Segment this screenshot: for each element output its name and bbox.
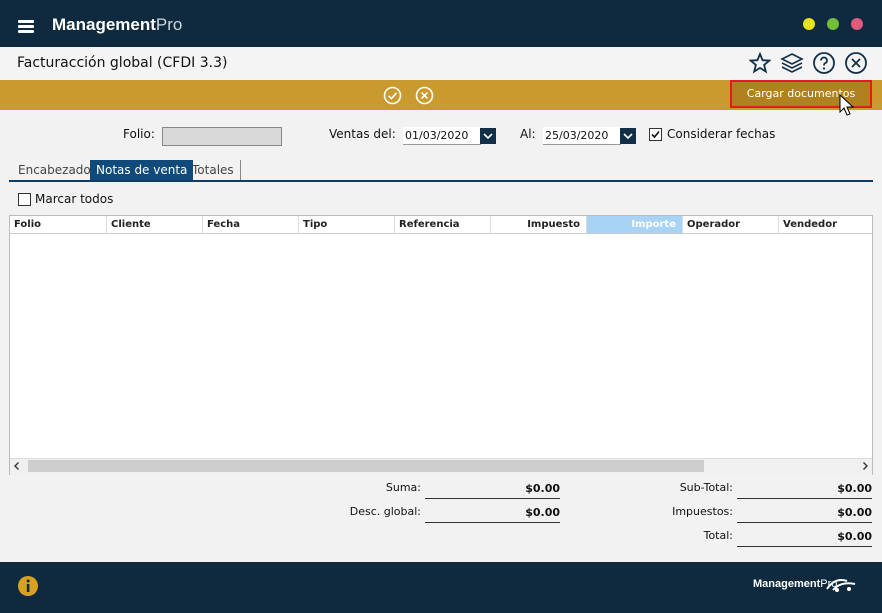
column-tipo[interactable]: Tipo bbox=[299, 216, 395, 233]
column-vendedor[interactable]: Vendedor bbox=[779, 216, 872, 233]
cancel-icon[interactable] bbox=[415, 86, 434, 105]
chevron-left-icon[interactable] bbox=[12, 461, 22, 471]
consider-dates-label: Considerar fechas bbox=[667, 127, 776, 141]
desc-global-label: Desc. global: bbox=[349, 505, 421, 518]
app-brand: ManagementPro bbox=[52, 15, 183, 34]
column-folio[interactable]: Folio bbox=[10, 216, 107, 233]
chevron-right-icon[interactable] bbox=[860, 461, 870, 471]
tab-encabezado[interactable]: Encabezado bbox=[12, 160, 97, 180]
footer-bar bbox=[0, 562, 882, 613]
tab-totales[interactable]: Totales bbox=[186, 160, 241, 180]
window-title: Facturacción global (CFDI 3.3) bbox=[17, 55, 228, 71]
subtotal-value: $0.00 bbox=[737, 482, 872, 499]
total-label: Total: bbox=[703, 529, 733, 542]
folio-input[interactable] bbox=[162, 127, 282, 146]
star-icon[interactable] bbox=[749, 52, 771, 74]
scrollbar-thumb[interactable] bbox=[28, 460, 704, 472]
suma-label: Suma: bbox=[385, 481, 421, 494]
maximize-dot[interactable] bbox=[827, 18, 839, 30]
chevron-down-icon bbox=[483, 133, 493, 140]
column-importe[interactable]: Importe bbox=[587, 216, 683, 233]
to-date-dropdown[interactable] bbox=[620, 128, 636, 144]
footer-logo-icon bbox=[826, 579, 856, 592]
total-value: $0.00 bbox=[737, 530, 872, 547]
column-operador[interactable]: Operador bbox=[683, 216, 779, 233]
accept-icon[interactable] bbox=[383, 86, 402, 105]
mark-all-label: Marcar todos bbox=[35, 192, 114, 206]
menu-icon[interactable] bbox=[18, 20, 34, 34]
to-date-label: Al: bbox=[520, 127, 536, 141]
desc-global-value: $0.00 bbox=[425, 506, 560, 523]
tabs-underline bbox=[9, 180, 873, 182]
consider-dates-checkbox[interactable] bbox=[649, 128, 662, 141]
from-date-dropdown[interactable] bbox=[480, 128, 496, 144]
from-date-label: Ventas del: bbox=[329, 127, 396, 141]
chevron-down-icon bbox=[623, 133, 633, 140]
minimize-dot[interactable] bbox=[803, 18, 815, 30]
suma-value: $0.00 bbox=[425, 482, 560, 499]
mouse-cursor-icon bbox=[839, 94, 855, 116]
folio-label: Folio: bbox=[123, 127, 155, 141]
column-cliente[interactable]: Cliente bbox=[107, 216, 203, 233]
sales-notes-table[interactable] bbox=[9, 215, 873, 475]
layers-icon[interactable] bbox=[780, 51, 804, 75]
tab-notas-de-venta[interactable]: Notas de venta bbox=[90, 160, 194, 180]
column-impuesto[interactable]: Impuesto bbox=[491, 216, 587, 233]
column-fecha[interactable]: Fecha bbox=[203, 216, 299, 233]
help-icon[interactable] bbox=[812, 51, 836, 75]
close-icon[interactable] bbox=[844, 51, 868, 75]
to-date-input[interactable]: 25/03/2020 bbox=[543, 127, 621, 145]
subtotal-label: Sub-Total: bbox=[679, 481, 733, 494]
close-dot[interactable] bbox=[851, 18, 863, 30]
impuestos-value: $0.00 bbox=[737, 506, 872, 523]
mark-all-checkbox[interactable] bbox=[18, 193, 31, 206]
info-icon[interactable] bbox=[17, 575, 39, 597]
column-referencia[interactable]: Referencia bbox=[395, 216, 491, 233]
impuestos-label: Impuestos: bbox=[672, 505, 733, 518]
check-icon bbox=[651, 130, 660, 139]
from-date-input[interactable]: 01/03/2020 bbox=[403, 127, 481, 145]
